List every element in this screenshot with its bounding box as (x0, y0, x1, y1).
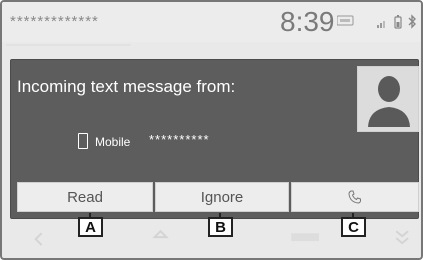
phone-handset-icon (348, 190, 361, 204)
status-contact-name: ************* (10, 13, 99, 30)
phone-number: ********** (149, 132, 210, 147)
ignore-button-label: Ignore (200, 188, 244, 206)
phone-type-label: Mobile (95, 135, 131, 149)
signal-icon (377, 21, 385, 28)
contact-avatar (357, 66, 419, 132)
read-button-label: Read (67, 188, 103, 206)
call-button[interactable] (291, 182, 419, 212)
callout-b: B (208, 217, 233, 237)
sms-icon (337, 15, 354, 26)
status-icons (337, 14, 416, 29)
callout-c: C (341, 217, 366, 237)
bluetooth-icon (408, 14, 416, 29)
read-button[interactable]: Read (17, 182, 153, 212)
mobile-phone-icon (78, 133, 88, 149)
incoming-message-dialog: Incoming text message from: Mobile *****… (10, 59, 419, 219)
callout-a: A (78, 217, 103, 237)
ignore-button[interactable]: Ignore (155, 182, 289, 212)
dialog-title: Incoming text message from: (17, 77, 236, 96)
person-silhouette-icon (368, 76, 410, 127)
battery-icon (394, 15, 402, 29)
head-unit-screen: ************* 8:39 Incoming text message… (0, 0, 423, 260)
bg-label (291, 233, 319, 242)
status-bar: ************* 8:39 (2, 2, 421, 42)
status-clock: 8:39 (280, 6, 335, 37)
